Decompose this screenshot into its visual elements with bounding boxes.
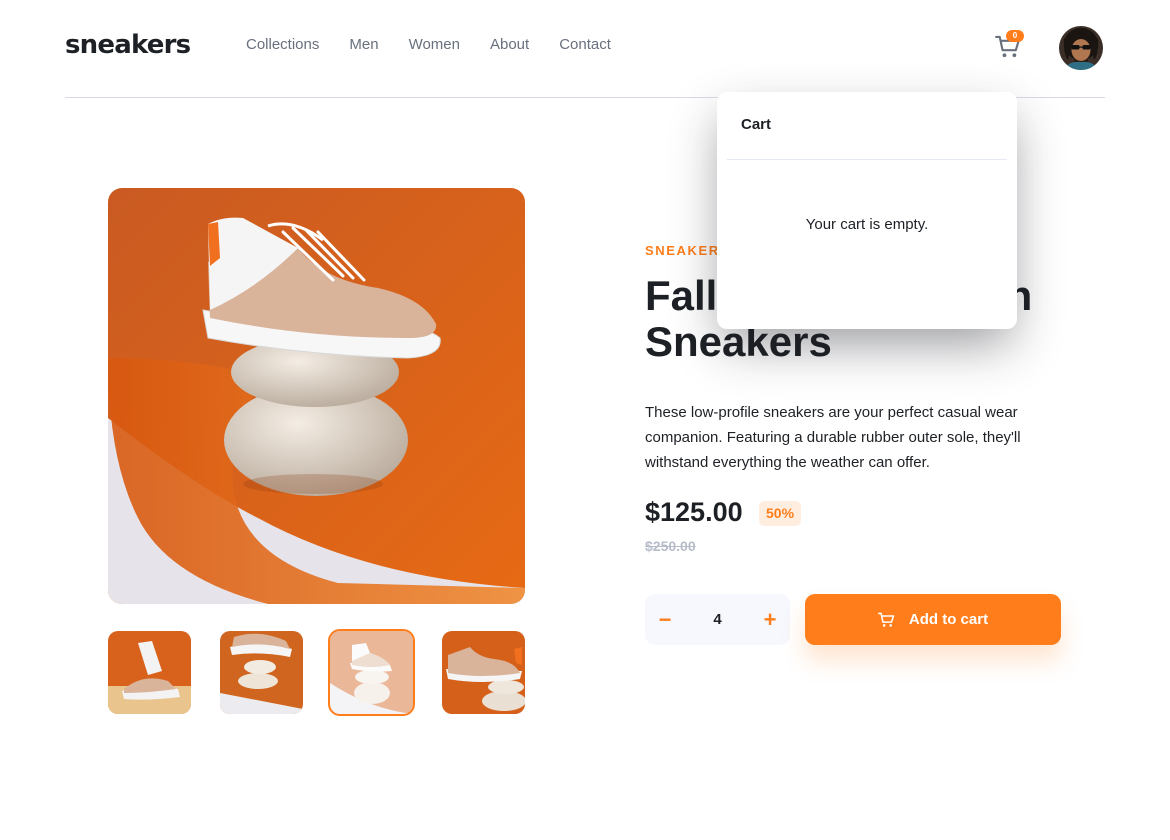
discount-badge: 50% (759, 501, 802, 526)
thumbnail-image (330, 631, 413, 714)
cart-count-badge: 0 (1006, 30, 1024, 42)
cart-popover-title: Cart (741, 116, 772, 133)
quantity-value[interactable]: 4 (685, 594, 750, 645)
thumbnail-4[interactable] (442, 631, 525, 714)
add-to-cart-label: Add to cart (908, 611, 989, 628)
user-avatar[interactable] (1059, 26, 1103, 70)
product-main-image[interactable] (108, 188, 525, 604)
avatar-image (1059, 26, 1103, 70)
add-to-cart-button[interactable]: Add to cart (805, 594, 1061, 645)
thumbnail-1[interactable] (108, 631, 191, 714)
product-description: These low-profile sneakers are your perf… (645, 404, 1021, 471)
logo[interactable]: sneakers (65, 30, 191, 60)
cart-icon (877, 612, 895, 627)
original-price: $250.00 (645, 538, 696, 554)
cart-popover: Cart Your cart is empty. (717, 92, 1017, 329)
site-header: sneakers Collections Men Women About Con… (65, 0, 1105, 98)
thumbnail-2[interactable] (220, 631, 303, 714)
sneaker-photo (108, 188, 525, 604)
nav-link-women[interactable]: Women (409, 36, 460, 53)
quantity-stepper: − 4 + (645, 594, 790, 645)
current-price: $125.00 (645, 497, 743, 527)
nav-link-about[interactable]: About (490, 36, 529, 53)
quantity-increase-button[interactable]: + (750, 594, 790, 645)
thumbnail-image (220, 631, 303, 714)
cart-empty-message: Your cart is empty. (805, 216, 929, 233)
nav-link-collections[interactable]: Collections (246, 36, 319, 53)
thumbnail-3[interactable] (328, 629, 415, 716)
quantity-decrease-button[interactable]: − (645, 594, 685, 645)
main-nav: Collections Men Women About Contact (246, 36, 611, 53)
cart-popover-divider (727, 159, 1007, 160)
nav-link-men[interactable]: Men (349, 36, 378, 53)
thumbnail-image (442, 631, 525, 714)
nav-link-contact[interactable]: Contact (559, 36, 611, 53)
thumbnail-image (108, 631, 191, 714)
